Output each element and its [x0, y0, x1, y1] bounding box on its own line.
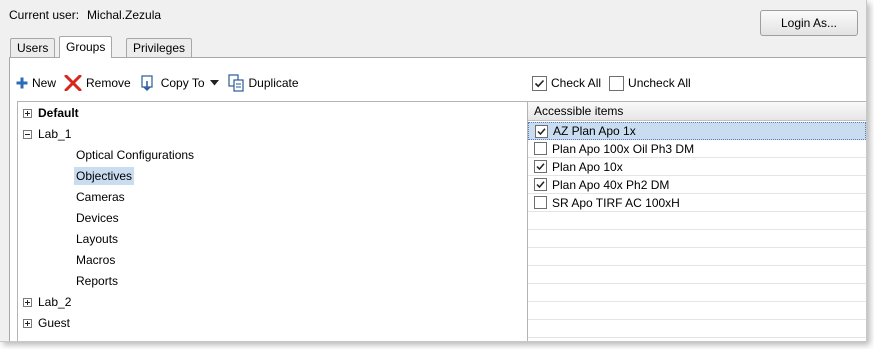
toolbar: New Remove Copy To Duplicate: [16, 72, 307, 94]
uncheck-all-checkbox[interactable]: [609, 75, 625, 91]
expand-plus-icon[interactable]: [23, 318, 32, 328]
empty-list-row: [528, 230, 866, 248]
accessible-items-list: Accessible items AZ Plan Apo 1x Plan Apo…: [527, 101, 866, 341]
list-column-header[interactable]: Accessible items: [528, 102, 866, 121]
plus-icon: [16, 77, 28, 89]
check-all-control[interactable]: Check All: [532, 75, 602, 91]
remove-x-icon: [64, 75, 82, 91]
tree-node-devices[interactable]: Devices: [76, 209, 119, 227]
tree-node-layouts[interactable]: Layouts: [76, 230, 118, 248]
checkmark-icon: [536, 163, 545, 171]
list-item[interactable]: Plan Apo 40x Ph2 DM: [528, 176, 866, 194]
tree-node-label: Layouts: [76, 232, 119, 246]
expand-plus-icon[interactable]: [23, 108, 32, 118]
list-item[interactable]: Plan Apo 10x: [528, 158, 866, 176]
tree-node-label: Default: [38, 106, 79, 120]
item-label: SR Apo TIRF AC 100xH: [552, 195, 680, 210]
tree-node-reports[interactable]: Reports: [76, 272, 118, 290]
tree-node-default[interactable]: Default: [23, 104, 79, 122]
tree-node-label: Guest: [38, 316, 71, 330]
expand-plus-icon[interactable]: [23, 297, 32, 307]
remove-button[interactable]: Remove: [64, 72, 131, 94]
login-as-button[interactable]: Login As...: [760, 10, 858, 36]
check-bar: Check All Uncheck All: [532, 72, 699, 94]
copy-to-icon: [141, 75, 153, 92]
checkmark-icon: [536, 181, 545, 189]
empty-list-row: [528, 266, 866, 284]
tree-node-label: Objectives: [74, 167, 135, 185]
checkmark-icon: [534, 79, 545, 87]
empty-list-row: [528, 284, 866, 302]
dropdown-arrow-icon: [209, 80, 219, 86]
tree-node-label: Lab_2: [38, 295, 72, 309]
duplicate-icon: [227, 74, 244, 92]
current-user-value: Michal.Zezula: [87, 8, 162, 22]
new-button-label: New: [32, 76, 57, 90]
tree-node-objectives[interactable]: Objectives: [74, 167, 135, 185]
tab-users[interactable]: Users: [10, 38, 56, 57]
tab-privileges[interactable]: Privileges: [126, 38, 193, 57]
tree-node-label: Lab_1: [38, 127, 72, 141]
tree-node-lab-1[interactable]: Lab_1: [23, 125, 71, 143]
tree-node-lab-2[interactable]: Lab_2: [23, 293, 71, 311]
tree-node-optical-configurations[interactable]: Optical Configurations: [76, 146, 194, 164]
copy-to-button-label: Copy To: [160, 76, 205, 90]
tree-node-cameras[interactable]: Cameras: [76, 188, 125, 206]
user-management-window: Current user: Michal.Zezula Login As... U…: [0, 0, 867, 342]
duplicate-button-label: Duplicate: [248, 76, 299, 90]
empty-list-row: [528, 320, 866, 338]
empty-list-row: [528, 302, 866, 320]
new-button[interactable]: New: [16, 72, 56, 94]
item-checkbox[interactable]: [534, 142, 547, 155]
item-label: Plan Apo 10x: [552, 159, 623, 174]
duplicate-button[interactable]: Duplicate: [227, 72, 299, 94]
groups-panel: New Remove Copy To Duplicate Check All U…: [9, 57, 866, 341]
uncheck-all-control[interactable]: Uncheck All: [609, 75, 691, 91]
list-item[interactable]: SR Apo TIRF AC 100xH: [528, 194, 866, 212]
tree-node-macros[interactable]: Macros: [76, 251, 115, 269]
item-checkbox[interactable]: [535, 124, 548, 138]
tree-node-guest[interactable]: Guest: [23, 314, 70, 332]
empty-list-row: [528, 212, 866, 230]
copy-to-button[interactable]: Copy To: [139, 72, 219, 94]
item-label: Plan Apo 100x Oil Ph3 DM: [552, 141, 695, 156]
item-label: Plan Apo 40x Ph2 DM: [552, 177, 670, 192]
list-item[interactable]: Plan Apo 100x Oil Ph3 DM: [528, 140, 866, 158]
tree-node-label: Devices: [76, 211, 119, 225]
current-user-line: Current user: Michal.Zezula: [9, 8, 161, 22]
item-checkbox[interactable]: [534, 196, 547, 209]
uncheck-all-label: Uncheck All: [628, 76, 691, 90]
tree-node-label: Reports: [76, 274, 119, 288]
tree-node-label: Optical Configurations: [76, 148, 195, 162]
tab-groups[interactable]: Groups: [59, 36, 113, 58]
tree-node-label: Cameras: [76, 190, 125, 204]
current-user-label: Current user:: [9, 8, 80, 22]
remove-button-label: Remove: [86, 76, 131, 90]
item-checkbox[interactable]: [534, 160, 547, 173]
check-all-checkbox[interactable]: [532, 75, 547, 91]
empty-list-row: [528, 248, 866, 266]
checkmark-icon: [537, 127, 546, 135]
tree-node-label: Macros: [76, 253, 116, 267]
collapse-minus-icon[interactable]: [23, 129, 32, 139]
group-tree: Default Lab_1 Optical Configurations Obj…: [17, 101, 543, 341]
check-all-label: Check All: [551, 76, 602, 90]
item-label: AZ Plan Apo 1x: [553, 124, 636, 138]
item-checkbox[interactable]: [534, 178, 547, 191]
list-item[interactable]: AZ Plan Apo 1x: [528, 122, 866, 140]
